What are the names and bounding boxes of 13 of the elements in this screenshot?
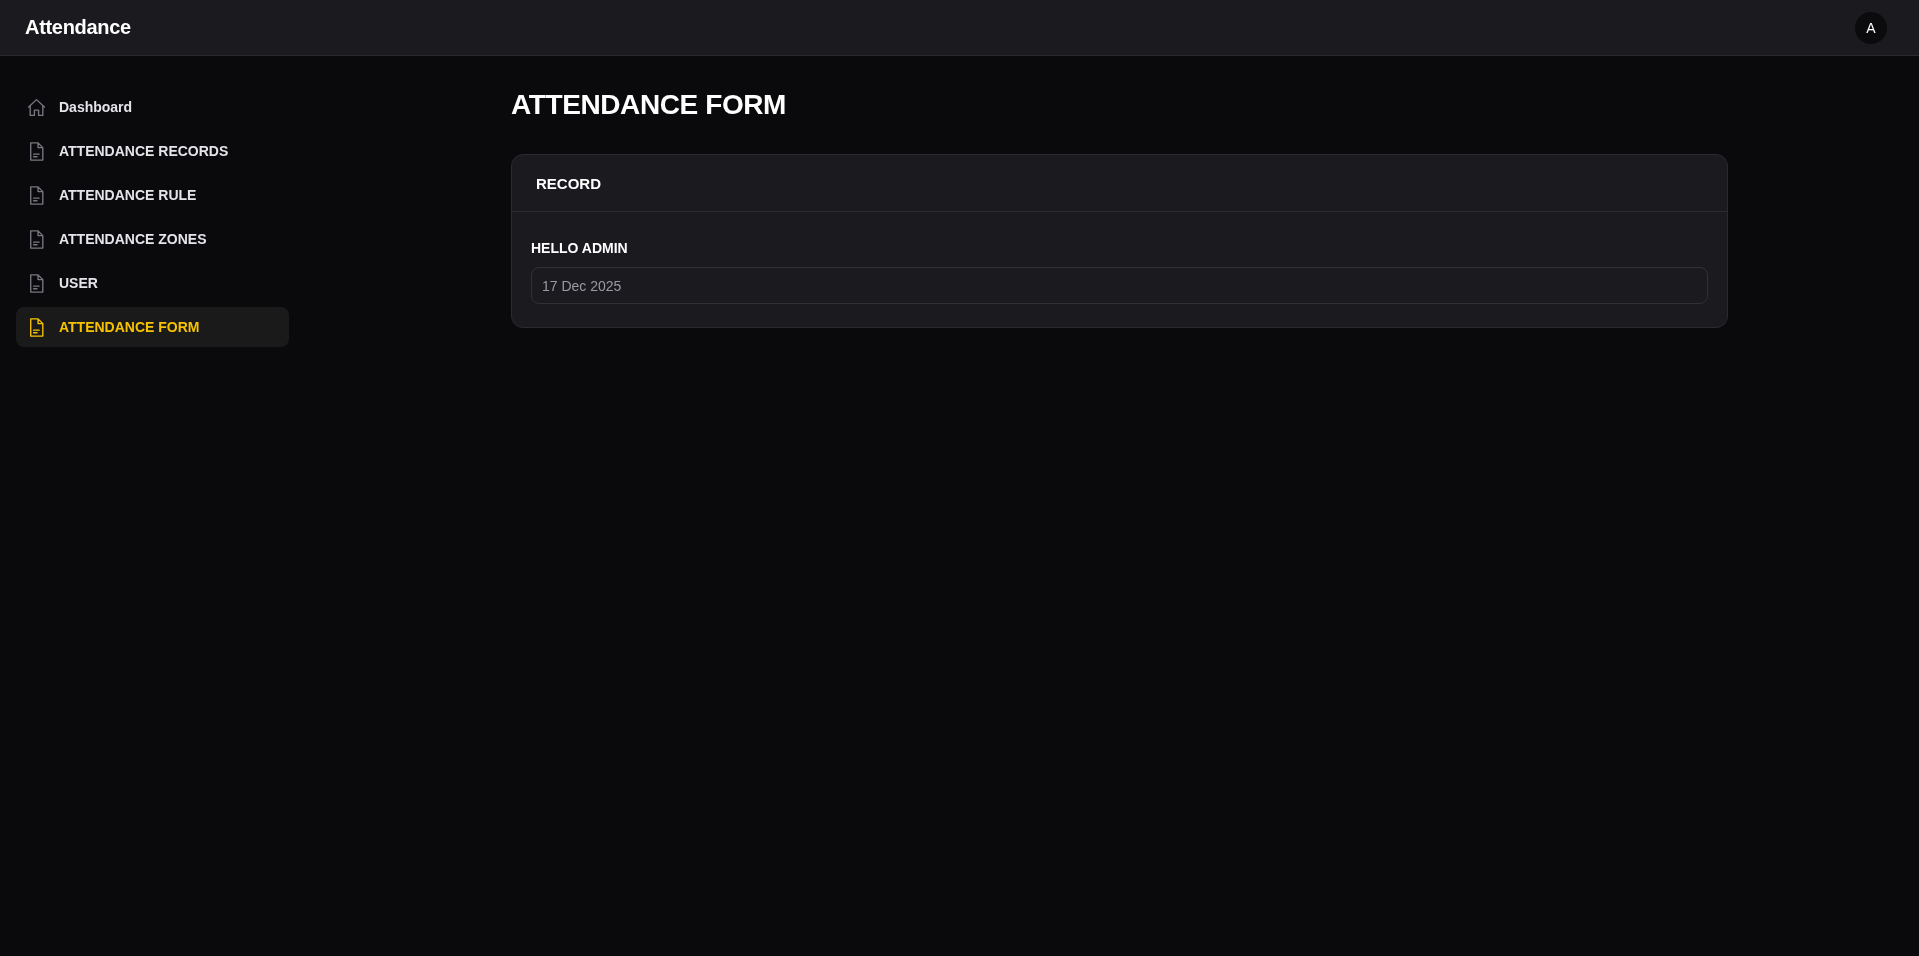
page-title: ATTENDANCE FORM [511,88,787,122]
home-icon [26,96,47,118]
card-title: RECORD [536,174,601,192]
date-input[interactable]: 17 Dec 2025 [531,267,1708,304]
sidebar-item[interactable]: USER [16,263,289,303]
sidebar-item[interactable]: ATTENDANCE FORM [16,307,289,347]
sidebar-item[interactable]: Dashboard [16,87,289,127]
app-title: Attendance [25,16,131,39]
sidebar-item[interactable]: ATTENDANCE RECORDS [16,131,289,171]
user-avatar[interactable]: A [1855,11,1887,44]
sidebar-item[interactable]: ATTENDANCE ZONES [16,219,289,259]
sidebar-item[interactable]: ATTENDANCE RULE [16,175,289,215]
field-label: HELLO ADMIN [531,239,628,257]
